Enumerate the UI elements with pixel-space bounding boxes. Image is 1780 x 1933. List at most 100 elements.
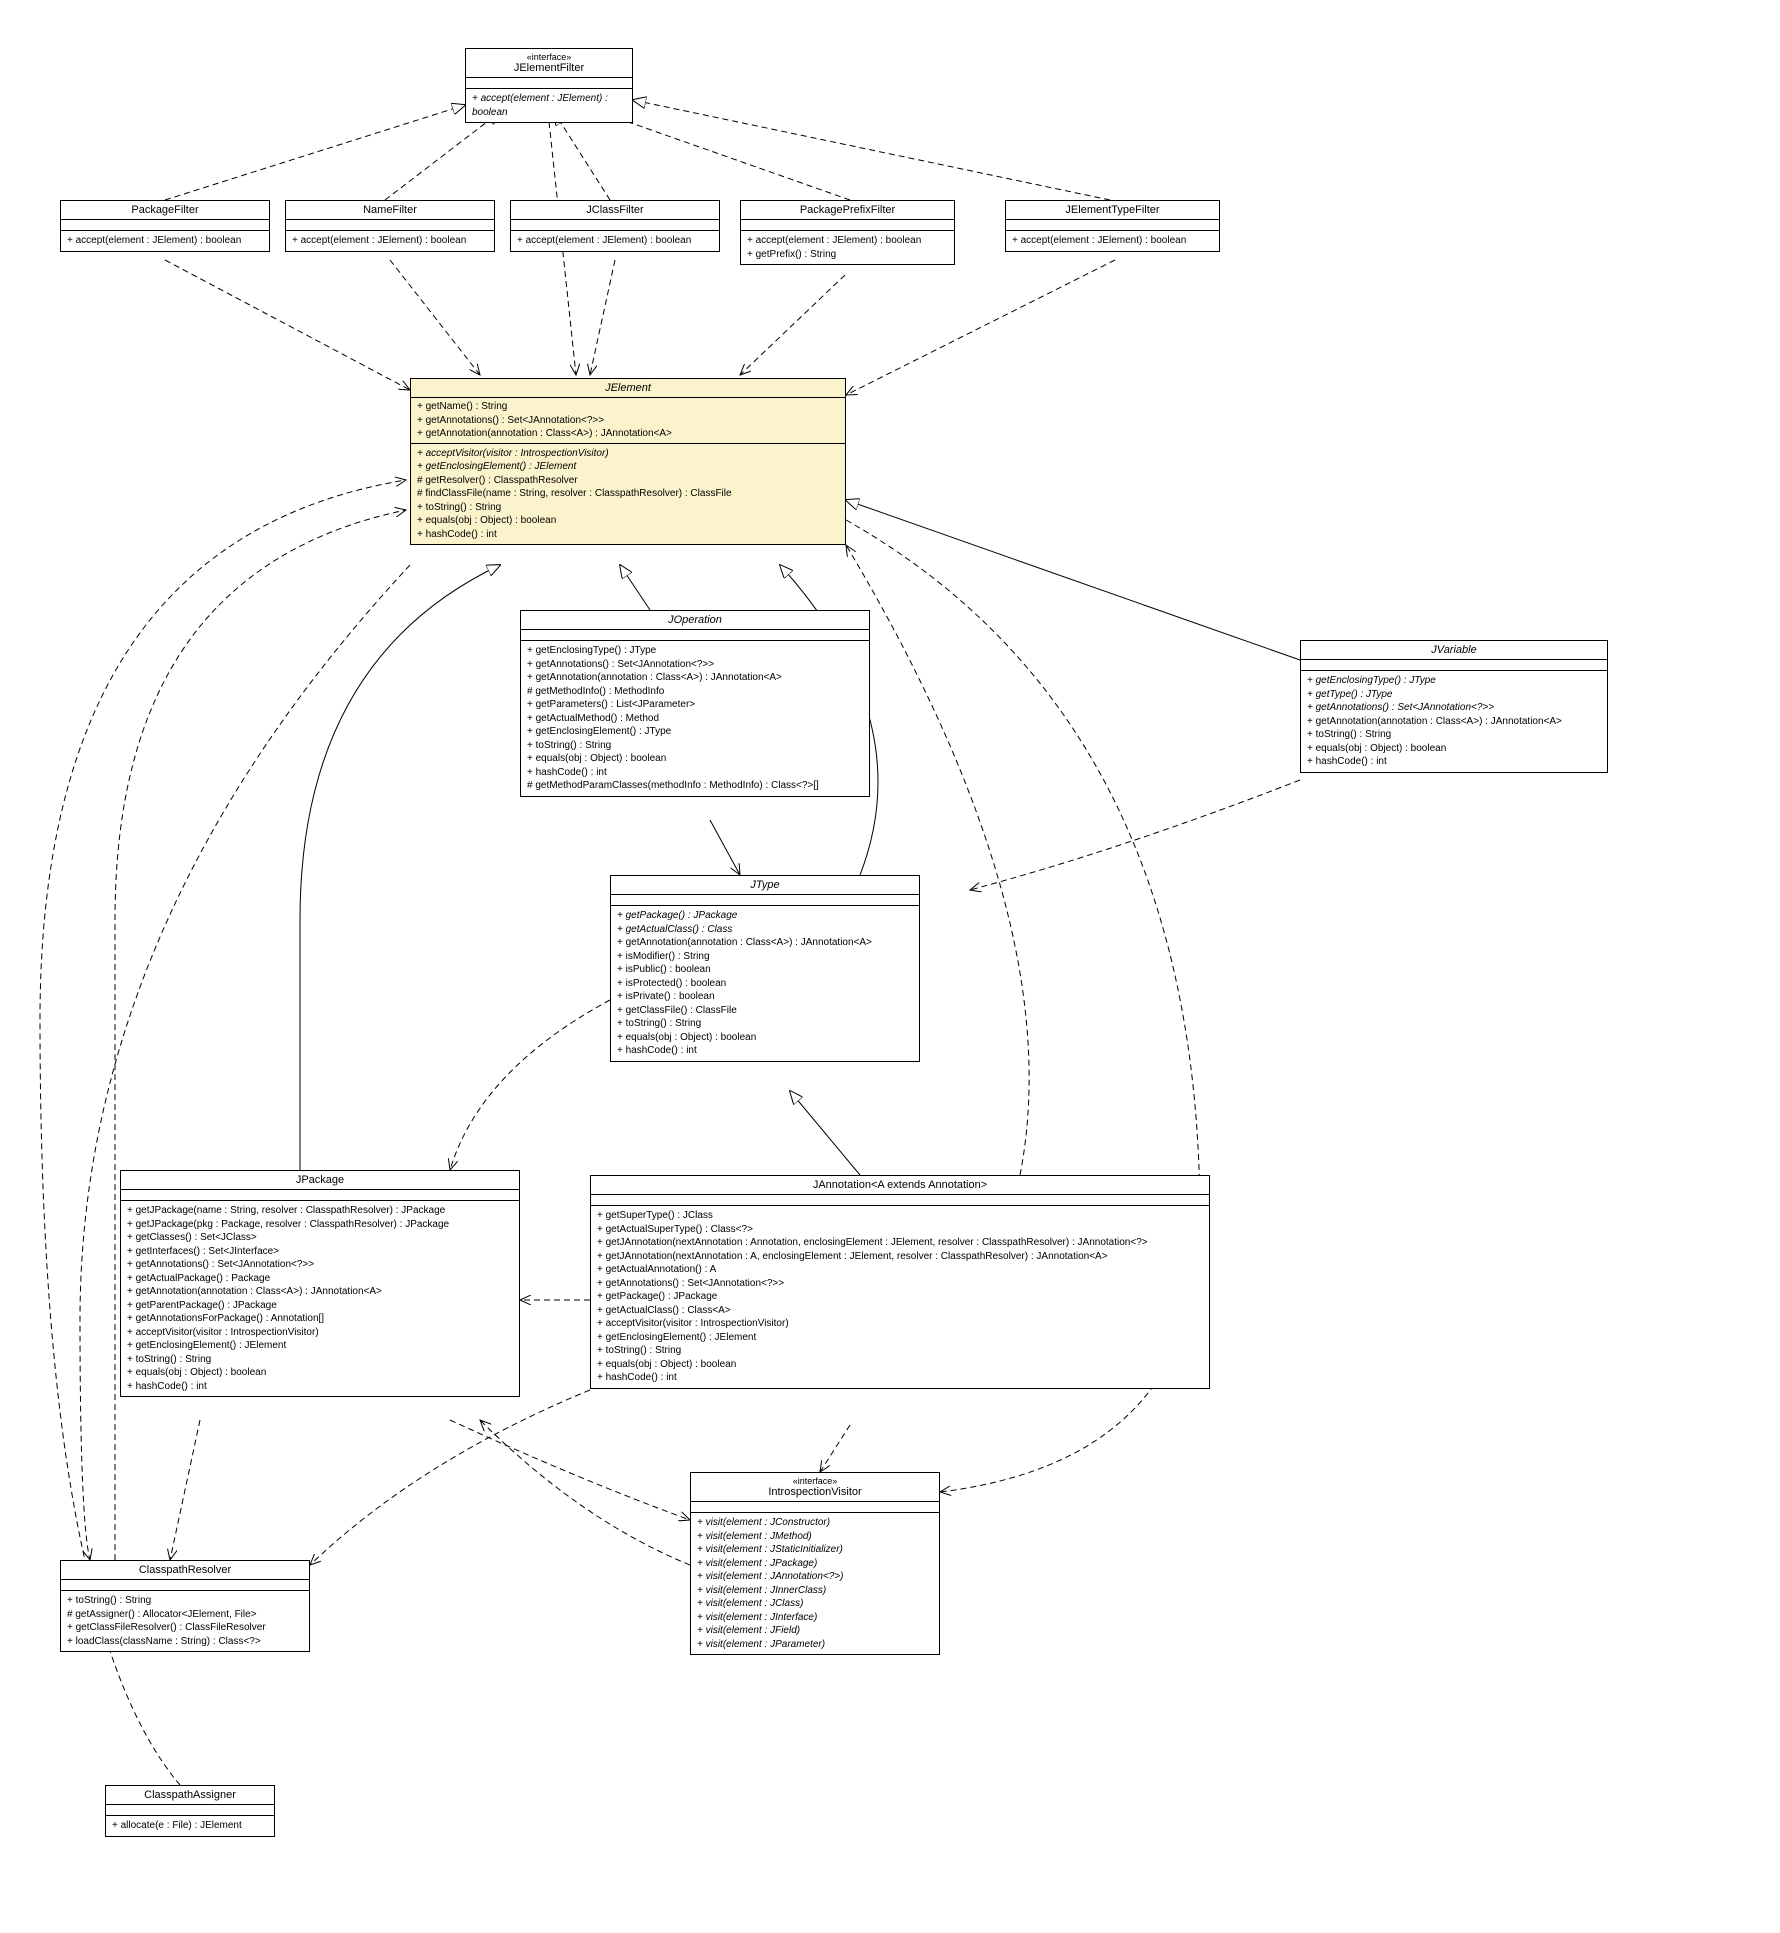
class-introspectionvisitor: «interface» IntrospectionVisitor + visit… [690, 1472, 940, 1655]
op-line: + visit(element : JInterface) [697, 1611, 933, 1625]
op-line: + toString() : String [617, 1017, 913, 1031]
op-line: + isModifier() : String [617, 950, 913, 964]
op-line: + visit(element : JPackage) [697, 1557, 933, 1571]
op-line: + getAnnotation(annotation : Class<A>) :… [127, 1285, 513, 1299]
class-jannotation: JAnnotation<A extends Annotation> + getS… [590, 1175, 1210, 1389]
op-line: + getClassFile() : ClassFile [617, 1004, 913, 1018]
op-line: + getActualClass() : Class [617, 923, 913, 937]
class-jvariable: JVariable + getEnclosingType() : JType+ … [1300, 640, 1608, 773]
op-line: + toString() : String [1307, 728, 1601, 742]
op-line: + hashCode() : int [417, 528, 839, 542]
op-line: + equals(obj : Object) : boolean [1307, 742, 1601, 756]
op-line: + equals(obj : Object) : boolean [527, 752, 863, 766]
op-line: + visit(element : JMethod) [697, 1530, 933, 1544]
op-line: + loadClass(className : String) : Class<… [67, 1635, 303, 1649]
op-line: # findClassFile(name : String, resolver … [417, 487, 839, 501]
op-line: # getMethodInfo() : MethodInfo [527, 685, 863, 699]
op-line: + equals(obj : Object) : boolean [417, 514, 839, 528]
op-line: + getEnclosingType() : JType [527, 644, 863, 658]
op-line: + acceptVisitor(visitor : IntrospectionV… [597, 1317, 1203, 1331]
class-jclassfilter: JClassFilter + accept(element : JElement… [510, 200, 720, 252]
op-line: + getActualAnnotation() : A [597, 1263, 1203, 1277]
op-line: + getPackage() : JPackage [617, 909, 913, 923]
op-line: + getParameters() : List<JParameter> [527, 698, 863, 712]
class-joperation: JOperation + getEnclosingType() : JType+… [520, 610, 870, 797]
op-line: + getEnclosingElement() : JElement [597, 1331, 1203, 1345]
attr-line: + getAnnotation(annotation : Class<A>) :… [417, 427, 839, 441]
attr-line: + getAnnotations() : Set<JAnnotation<?>> [417, 414, 839, 428]
class-jpackage: JPackage + getJPackage(name : String, re… [120, 1170, 520, 1397]
class-jtype: JType + getPackage() : JPackage+ getActu… [610, 875, 920, 1062]
op-line: + visit(element : JParameter) [697, 1638, 933, 1652]
op-line: + getSuperType() : JClass [597, 1209, 1203, 1223]
class-classpathassigner: ClasspathAssigner + allocate(e : File) :… [105, 1785, 275, 1837]
op-line: + toString() : String [597, 1344, 1203, 1358]
op-line: + toString() : String [527, 739, 863, 753]
class-jelementfilter: «interface» JElementFilter + accept(elem… [465, 48, 633, 123]
op-line: + toString() : String [127, 1353, 513, 1367]
op-line: + getActualSuperType() : Class<?> [597, 1223, 1203, 1237]
class-title: «interface» JElementFilter [466, 49, 632, 78]
op-line: + hashCode() : int [597, 1371, 1203, 1385]
op-line: + acceptVisitor(visitor : IntrospectionV… [127, 1326, 513, 1340]
op-line: + toString() : String [417, 501, 839, 515]
op-line: + getParentPackage() : JPackage [127, 1299, 513, 1313]
op-line: + acceptVisitor(visitor : IntrospectionV… [417, 447, 839, 461]
op-line: + visit(element : JAnnotation<?>) [697, 1570, 933, 1584]
op-line: + accept(element : JElement) : boolean [747, 234, 948, 248]
op-line: + getClasses() : Set<JClass> [127, 1231, 513, 1245]
op-line: + toString() : String [67, 1594, 303, 1608]
op-line: + getEnclosingType() : JType [1307, 674, 1601, 688]
op-line: + accept(element : JElement) : boolean [472, 92, 626, 119]
op-line: + allocate(e : File) : JElement [112, 1819, 268, 1833]
op-line: + getPrefix() : String [747, 248, 948, 262]
op-line: + isPrivate() : boolean [617, 990, 913, 1004]
op-line: + accept(element : JElement) : boolean [1012, 234, 1213, 248]
uml-diagram-canvas: «interface» JElementFilter + accept(elem… [20, 20, 1780, 1913]
op-line: + getAnnotationsForPackage() : Annotatio… [127, 1312, 513, 1326]
op-line: + getActualClass() : Class<A> [597, 1304, 1203, 1318]
op-line: + getJPackage(pkg : Package, resolver : … [127, 1218, 513, 1232]
class-attrs [466, 78, 632, 89]
op-line: + getPackage() : JPackage [597, 1290, 1203, 1304]
op-line: + getActualMethod() : Method [527, 712, 863, 726]
op-line: + getEnclosingElement() : JType [527, 725, 863, 739]
op-line: + accept(element : JElement) : boolean [292, 234, 488, 248]
op-line: + getAnnotations() : Set<JAnnotation<?>> [127, 1258, 513, 1272]
class-jelement: JElement + getName() : String+ getAnnota… [410, 378, 846, 545]
op-line: + getJPackage(name : String, resolver : … [127, 1204, 513, 1218]
op-line: + getActualPackage() : Package [127, 1272, 513, 1286]
op-line: + getAnnotations() : Set<JAnnotation<?>> [527, 658, 863, 672]
op-line: + hashCode() : int [527, 766, 863, 780]
op-line: + visit(element : JStaticInitializer) [697, 1543, 933, 1557]
op-line: + isProtected() : boolean [617, 977, 913, 991]
op-line: + hashCode() : int [127, 1380, 513, 1394]
op-line: + getAnnotations() : Set<JAnnotation<?>> [1307, 701, 1601, 715]
op-line: + visit(element : JClass) [697, 1597, 933, 1611]
op-line: + isPublic() : boolean [617, 963, 913, 977]
op-line: + getJAnnotation(nextAnnotation : A, enc… [597, 1250, 1203, 1264]
op-line: + getInterfaces() : Set<JInterface> [127, 1245, 513, 1259]
op-line: + equals(obj : Object) : boolean [617, 1031, 913, 1045]
op-line: + getClassFileResolver() : ClassFileReso… [67, 1621, 303, 1635]
op-line: + visit(element : JConstructor) [697, 1516, 933, 1530]
op-line: + getType() : JType [1307, 688, 1601, 702]
class-ops: + accept(element : JElement) : boolean [466, 89, 632, 122]
op-line: + getAnnotations() : Set<JAnnotation<?>> [597, 1277, 1203, 1291]
op-line: # getMethodParamClasses(methodInfo : Met… [527, 779, 863, 793]
class-packageprefixfilter: PackagePrefixFilter + accept(element : J… [740, 200, 955, 265]
op-line: + getAnnotation(annotation : Class<A>) :… [617, 936, 913, 950]
class-jelementtypefilter: JElementTypeFilter + accept(element : JE… [1005, 200, 1220, 252]
op-line: + visit(element : JInnerClass) [697, 1584, 933, 1598]
op-line: + getEnclosingElement() : JElement [127, 1339, 513, 1353]
class-namefilter: NameFilter + accept(element : JElement) … [285, 200, 495, 252]
op-line: + getEnclosingElement() : JElement [417, 460, 839, 474]
op-line: + hashCode() : int [617, 1044, 913, 1058]
class-packagefilter: PackageFilter + accept(element : JElemen… [60, 200, 270, 252]
attr-line: + getName() : String [417, 400, 839, 414]
op-line: + equals(obj : Object) : boolean [597, 1358, 1203, 1372]
op-line: + getJAnnotation(nextAnnotation : Annota… [597, 1236, 1203, 1250]
op-line: + getAnnotation(annotation : Class<A>) :… [1307, 715, 1601, 729]
op-line: + accept(element : JElement) : boolean [67, 234, 263, 248]
class-classpathresolver: ClasspathResolver + toString() : String#… [60, 1560, 310, 1652]
